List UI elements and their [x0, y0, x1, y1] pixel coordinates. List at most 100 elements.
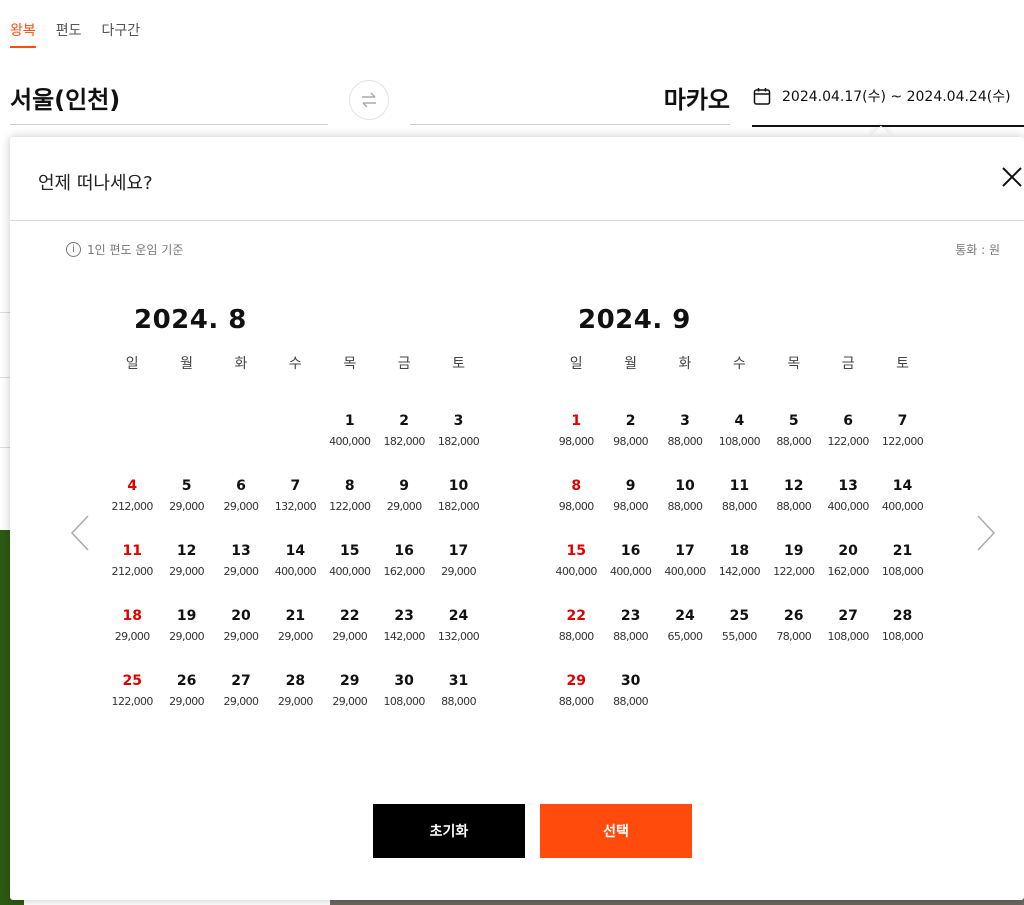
- day-cell[interactable]: 28 29,000: [268, 673, 322, 738]
- day-cell[interactable]: 4 108,000: [712, 413, 766, 478]
- day-price: 142,000: [718, 565, 761, 578]
- day-cell[interactable]: 22 29,000: [323, 608, 377, 673]
- close-icon: [1002, 167, 1022, 187]
- day-cell[interactable]: 24 65,000: [658, 608, 712, 673]
- day-cell[interactable]: 20 29,000: [214, 608, 268, 673]
- day-cell[interactable]: 10 88,000: [658, 478, 712, 543]
- day-cell[interactable]: 5 88,000: [767, 413, 821, 478]
- day-cell[interactable]: 27 29,000: [214, 673, 268, 738]
- day-cell[interactable]: 1 98,000: [549, 413, 603, 478]
- day-cell[interactable]: 13 29,000: [214, 543, 268, 608]
- day-cell[interactable]: 21 108,000: [875, 543, 929, 608]
- day-cell[interactable]: 11 212,000: [105, 543, 159, 608]
- day-cell[interactable]: 27 108,000: [821, 608, 875, 673]
- day-cell[interactable]: 8 122,000: [323, 478, 377, 543]
- day-price: 88,000: [667, 435, 703, 448]
- day-cell[interactable]: 16 162,000: [377, 543, 431, 608]
- tab-one-way[interactable]: 편도: [56, 20, 82, 48]
- day-cell[interactable]: 7 122,000: [875, 413, 929, 478]
- day-cell[interactable]: 15 400,000: [323, 543, 377, 608]
- day-cell[interactable]: 19 29,000: [159, 608, 213, 673]
- day-cell[interactable]: 8 98,000: [549, 478, 603, 543]
- day-cell[interactable]: 26 29,000: [159, 673, 213, 738]
- day-cell[interactable]: 17 400,000: [658, 543, 712, 608]
- next-month-button[interactable]: [976, 515, 996, 551]
- day-price: 400,000: [329, 435, 371, 448]
- day-cell[interactable]: 3 88,000: [658, 413, 712, 478]
- day-cell[interactable]: 29 88,000: [549, 673, 603, 738]
- day-cell[interactable]: 12 29,000: [159, 543, 213, 608]
- day-cell[interactable]: 18 142,000: [712, 543, 766, 608]
- origin-field[interactable]: 서울(인천): [10, 80, 120, 115]
- day-price: 400,000: [881, 500, 924, 513]
- day-cell[interactable]: 15 400,000: [549, 543, 603, 608]
- tab-round-trip[interactable]: 왕복: [10, 20, 36, 48]
- day-cell[interactable]: 30 108,000: [377, 673, 431, 738]
- modal-title: 언제 떠나세요?: [38, 173, 153, 194]
- day-price: 122,000: [773, 565, 815, 578]
- day-number: 13: [838, 478, 858, 494]
- day-number: 29: [566, 673, 586, 689]
- day-price: 122,000: [329, 500, 371, 513]
- day-cell[interactable]: 22 88,000: [549, 608, 603, 673]
- day-cell[interactable]: 9 29,000: [377, 478, 431, 543]
- date-range-field[interactable]: 2024.04.17(수) ~ 2024.04.24(수): [752, 86, 1011, 106]
- day-cell[interactable]: 13 400,000: [821, 478, 875, 543]
- day-cell[interactable]: 19 122,000: [767, 543, 821, 608]
- day-cell[interactable]: 7 132,000: [268, 478, 322, 543]
- chevron-left-icon: [70, 515, 89, 551]
- day-cell[interactable]: 2 98,000: [603, 413, 657, 478]
- day-cell[interactable]: 25 55,000: [712, 608, 766, 673]
- date-range-underline: [752, 125, 1024, 127]
- day-number: 20: [838, 543, 858, 559]
- day-cell[interactable]: 6 122,000: [821, 413, 875, 478]
- day-cell[interactable]: 23 88,000: [603, 608, 657, 673]
- prev-month-button[interactable]: [70, 515, 90, 551]
- day-cell[interactable]: 29 29,000: [323, 673, 377, 738]
- close-button[interactable]: [1000, 165, 1024, 189]
- destination-field[interactable]: 마카오: [410, 80, 730, 115]
- day-cell[interactable]: 5 29,000: [159, 478, 213, 543]
- day-price: 182,000: [383, 435, 426, 448]
- day-cell[interactable]: 30 88,000: [603, 673, 657, 738]
- day-cell[interactable]: 1 400,000: [323, 413, 377, 478]
- day-number: 19: [176, 608, 197, 624]
- day-number: 3: [453, 413, 464, 429]
- day-number: 27: [838, 608, 858, 624]
- day-cell[interactable]: 14 400,000: [268, 543, 322, 608]
- day-cell[interactable]: 17 29,000: [431, 543, 485, 608]
- day-cell[interactable]: 23 142,000: [377, 608, 431, 673]
- day-price: 55,000: [721, 630, 757, 643]
- day-cell[interactable]: 6 29,000: [214, 478, 268, 543]
- day-cell[interactable]: 31 88,000: [431, 673, 485, 738]
- day-cell[interactable]: 3 182,000: [431, 413, 485, 478]
- day-cell[interactable]: 10 182,000: [431, 478, 485, 543]
- day-cell[interactable]: 18 29,000: [105, 608, 159, 673]
- day-price: 108,000: [881, 630, 924, 643]
- month-title: 2024. 9: [578, 305, 691, 335]
- day-cell[interactable]: 20 162,000: [821, 543, 875, 608]
- day-cell[interactable]: 4 212,000: [105, 478, 159, 543]
- day-cell[interactable]: 21 29,000: [268, 608, 322, 673]
- select-button[interactable]: 선택: [540, 804, 692, 858]
- day-cell[interactable]: 24 132,000: [431, 608, 485, 673]
- day-price: 108,000: [827, 630, 870, 643]
- day-cell[interactable]: 16 400,000: [603, 543, 657, 608]
- reset-button[interactable]: 초기화: [373, 804, 525, 858]
- day-price: 182,000: [437, 435, 480, 448]
- day-cell[interactable]: 26 78,000: [767, 608, 821, 673]
- day-cell[interactable]: 28 108,000: [875, 608, 929, 673]
- day-price: 400,000: [555, 565, 598, 578]
- day-cell[interactable]: 11 88,000: [712, 478, 766, 543]
- day-cell[interactable]: 9 98,000: [603, 478, 657, 543]
- tab-multi-city[interactable]: 다구간: [102, 20, 141, 48]
- weekday-label: 화: [234, 356, 248, 372]
- day-price: 29,000: [114, 630, 150, 643]
- day-cell[interactable]: 25 122,000: [105, 673, 159, 738]
- day-cell[interactable]: 2 182,000: [377, 413, 431, 478]
- day-number: 24: [675, 608, 695, 624]
- day-price: 29,000: [169, 500, 205, 513]
- swap-button[interactable]: [349, 80, 389, 120]
- day-cell[interactable]: 12 88,000: [767, 478, 821, 543]
- day-cell[interactable]: 14 400,000: [875, 478, 929, 543]
